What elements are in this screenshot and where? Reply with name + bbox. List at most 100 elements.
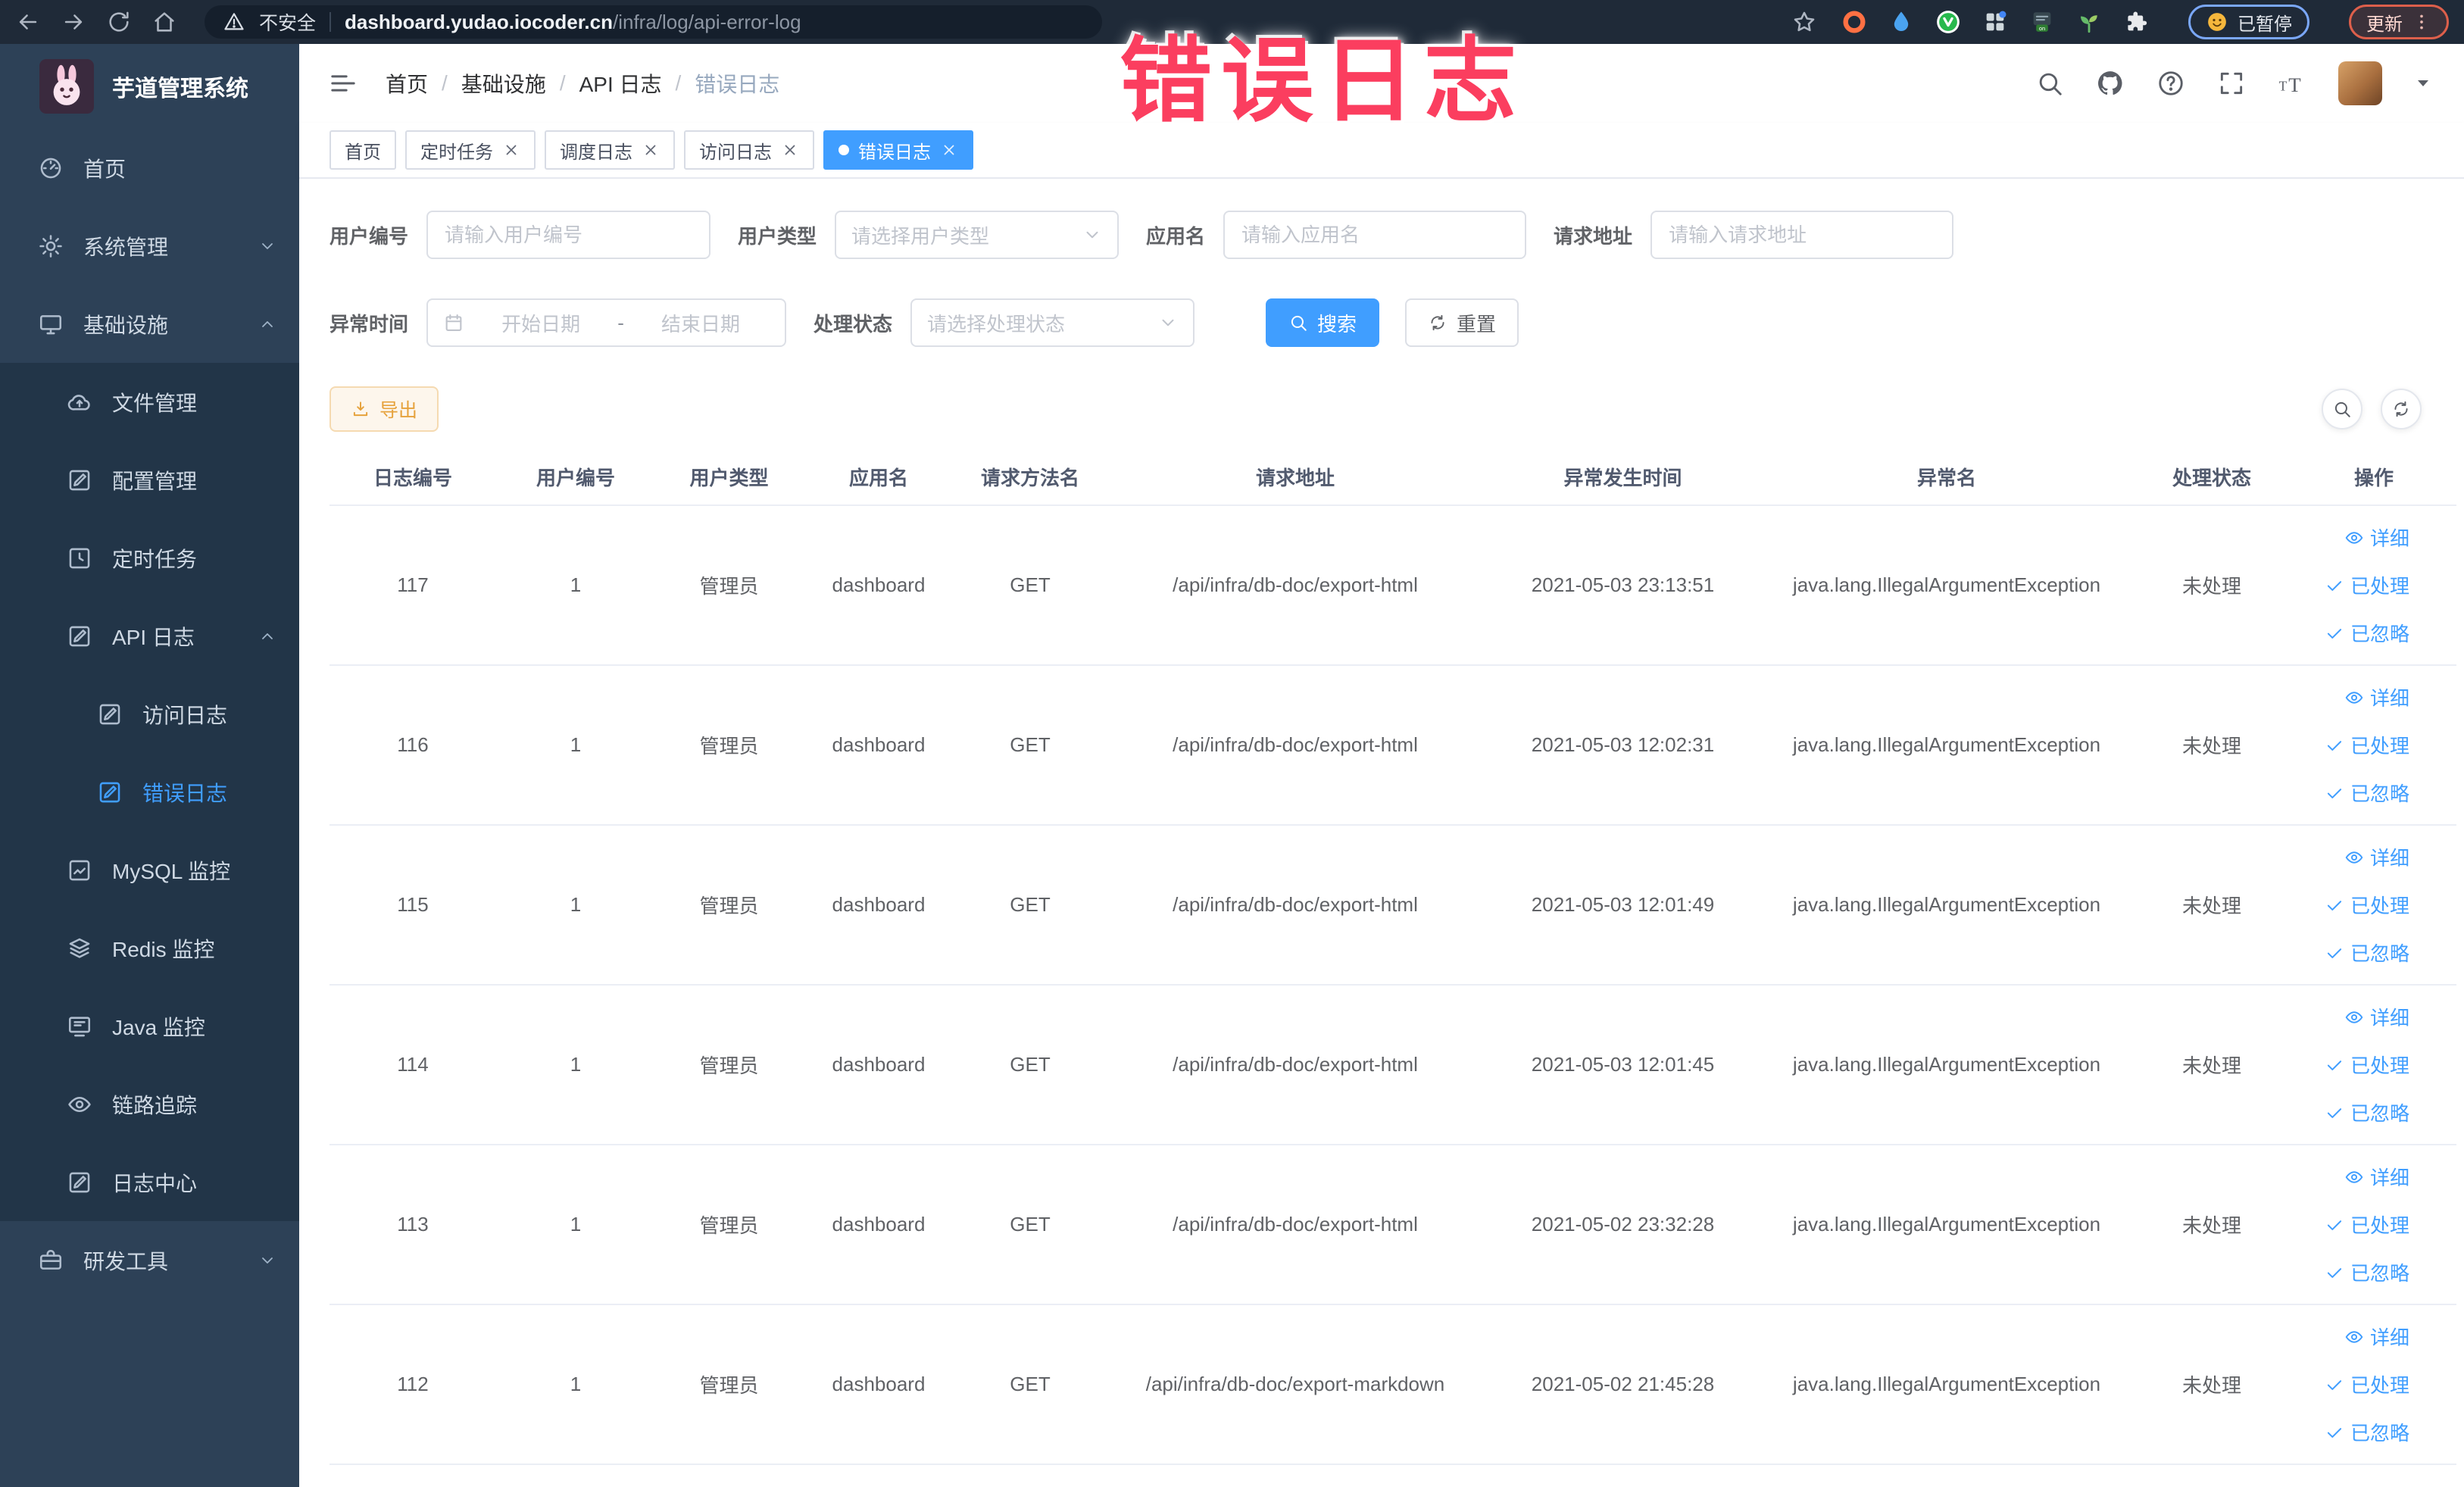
github-icon[interactable] xyxy=(2096,69,2125,98)
export-button[interactable]: 导出 xyxy=(329,386,439,432)
close-icon[interactable] xyxy=(940,141,958,159)
refresh-table-button[interactable] xyxy=(2381,389,2422,430)
action-processed[interactable]: 已处理 xyxy=(2325,891,2409,919)
blue-drop-extension-icon[interactable] xyxy=(1888,9,1914,35)
on-badge-extension-icon[interactable]: on xyxy=(2029,9,2055,35)
tab-item[interactable]: 错误日志 xyxy=(823,130,973,170)
sidebar-item[interactable]: Java 监控 xyxy=(0,987,299,1065)
user-id-input[interactable] xyxy=(426,211,711,259)
check-icon xyxy=(2325,736,2344,755)
sidebar-collapse-icon[interactable] xyxy=(328,68,358,98)
action-processed[interactable]: 已处理 xyxy=(2325,1051,2409,1079)
bookmark-star-icon[interactable] xyxy=(1791,9,1817,35)
logo-row[interactable]: 芋道管理系统 xyxy=(0,44,299,129)
grid-ext-extension-icon[interactable] xyxy=(1982,9,2008,35)
action-detail[interactable]: 详细 xyxy=(2344,1323,2409,1351)
cell-user-type: 管理员 xyxy=(699,735,759,758)
sidebar-item[interactable]: MySQL 监控 xyxy=(0,831,299,909)
sidebar-item[interactable]: 日志中心 xyxy=(0,1143,299,1221)
log-square-icon xyxy=(67,623,92,649)
avatar-caret-down-icon[interactable] xyxy=(2414,74,2432,92)
check-icon xyxy=(2325,1055,2344,1075)
filter-user-type: 用户类型 请选择用户类型 xyxy=(738,211,1120,259)
action-detail[interactable]: 详细 xyxy=(2344,523,2409,551)
app-name-input[interactable] xyxy=(1223,211,1527,259)
breadcrumb-item[interactable]: 首页 xyxy=(386,68,428,98)
user-type-select[interactable]: 请选择用户类型 xyxy=(835,211,1120,259)
action-detail[interactable]: 详细 xyxy=(2344,1003,2409,1031)
sidebar-item[interactable]: 研发工具 xyxy=(0,1221,299,1299)
action-processed[interactable]: 已处理 xyxy=(2325,1211,2409,1239)
close-icon[interactable] xyxy=(781,141,799,159)
action-ignored[interactable]: 已忽略 xyxy=(2325,939,2409,967)
puzzle-extension-icon[interactable] xyxy=(2123,9,2149,35)
paused-extension-button[interactable]: 已暂停 xyxy=(2188,5,2309,39)
orange-ring-extension-icon[interactable] xyxy=(1841,9,1867,35)
cell-log-id: 112 xyxy=(397,1373,429,1395)
forward-icon[interactable] xyxy=(61,9,86,35)
breadcrumb-item[interactable]: API 日志 xyxy=(579,68,662,98)
sidebar-item[interactable]: 访问日志 xyxy=(0,675,299,753)
sidebar-item[interactable]: 首页 xyxy=(0,129,299,207)
request-url-input[interactable] xyxy=(1650,211,1954,259)
main-panel: 首页 / 基础设施 / API 日志 / 错误日志 TT 首页 定时任务 调度日志 访问日志 错误日… xyxy=(299,44,2464,1487)
action-label: 详细 xyxy=(2369,1007,2409,1029)
breadcrumb-item[interactable]: 基础设施 xyxy=(461,68,546,98)
sidebar-item[interactable]: 基础设施 xyxy=(0,285,299,363)
header-search-icon[interactable] xyxy=(2035,69,2064,98)
home-icon[interactable] xyxy=(151,9,177,35)
sidebar: 芋道管理系统 首页 系统管理基础设施 文件管理 配置管理 定时任务 API 日志 访问日志… xyxy=(0,44,299,1487)
font-size-icon[interactable]: TT xyxy=(2278,69,2306,98)
cell-request-url: /api/infra/db-doc/export-html xyxy=(1173,1213,1418,1236)
sidebar-item[interactable]: 系统管理 xyxy=(0,207,299,285)
search-button[interactable]: 搜索 xyxy=(1266,298,1380,347)
action-ignored[interactable]: 已忽略 xyxy=(2325,619,2409,647)
reset-button[interactable]: 重置 xyxy=(1405,298,1519,347)
action-processed[interactable]: 已处理 xyxy=(2325,571,2409,599)
avatar[interactable] xyxy=(2338,61,2382,105)
action-processed[interactable]: 已处理 xyxy=(2325,1370,2409,1398)
table-row: 115 1 管理员 dashboard GET/api/infra/db-doc/exp… xyxy=(329,826,2456,986)
sidebar-item[interactable]: 配置管理 xyxy=(0,441,299,519)
update-button[interactable]: 更新 xyxy=(2349,5,2449,39)
action-detail[interactable]: 详细 xyxy=(2344,683,2409,711)
green-v-extension-icon[interactable] xyxy=(1935,9,1961,35)
cell-error-time: 2021-05-03 23:13:51 xyxy=(1531,573,1715,596)
table-row: 114 1 管理员 dashboard GET/api/infra/db-doc/exp… xyxy=(329,986,2456,1145)
user-type-placeholder: 请选择用户类型 xyxy=(851,224,990,248)
tab-item[interactable]: 调度日志 xyxy=(545,130,675,170)
action-ignored[interactable]: 已忽略 xyxy=(2325,1418,2409,1446)
kebab-menu-icon[interactable] xyxy=(2412,12,2431,32)
fullscreen-icon[interactable] xyxy=(2217,69,2246,98)
log-square-icon xyxy=(97,701,123,727)
cell-exception-name: java.lang.IllegalArgumentException xyxy=(1792,573,2101,596)
address-bar[interactable]: 不安全 dashboard.yudao.iocoder.cn/infra/log… xyxy=(205,5,1102,39)
sidebar-item[interactable]: 定时任务 xyxy=(0,519,299,597)
action-ignored[interactable]: 已忽略 xyxy=(2325,1098,2409,1126)
sidebar-item[interactable]: API 日志 xyxy=(0,597,299,675)
action-ignored[interactable]: 已忽略 xyxy=(2325,1258,2409,1286)
sidebar-item[interactable]: 链路追踪 xyxy=(0,1065,299,1143)
sidebar-item[interactable]: 文件管理 xyxy=(0,363,299,441)
action-detail[interactable]: 详细 xyxy=(2344,1163,2409,1191)
help-icon[interactable] xyxy=(2156,69,2185,98)
back-icon[interactable] xyxy=(15,9,41,35)
sidebar-item[interactable]: 错误日志 xyxy=(0,753,299,831)
close-icon[interactable] xyxy=(642,141,660,159)
process-status-select[interactable]: 请选择处理状态 xyxy=(910,298,1195,347)
action-detail[interactable]: 详细 xyxy=(2344,843,2409,871)
reload-icon[interactable] xyxy=(106,9,132,35)
tab-item[interactable]: 定时任务 xyxy=(405,130,536,170)
tab-item[interactable]: 访问日志 xyxy=(684,130,814,170)
sidebar-menu-top: 首页 系统管理基础设施 xyxy=(0,129,299,363)
toggle-search-button[interactable] xyxy=(2322,389,2363,430)
action-ignored[interactable]: 已忽略 xyxy=(2325,779,2409,807)
tab-item[interactable]: 首页 xyxy=(329,130,396,170)
action-processed[interactable]: 已处理 xyxy=(2325,731,2409,759)
sidebar-item-label: 基础设施 xyxy=(83,313,169,337)
cell-method: GET xyxy=(1010,1373,1051,1395)
close-icon[interactable] xyxy=(502,141,520,159)
sidebar-item[interactable]: Redis 监控 xyxy=(0,909,299,987)
error-time-range-input[interactable]: 开始日期 - 结束日期 xyxy=(426,298,787,347)
sprout-extension-icon[interactable] xyxy=(2076,9,2102,35)
